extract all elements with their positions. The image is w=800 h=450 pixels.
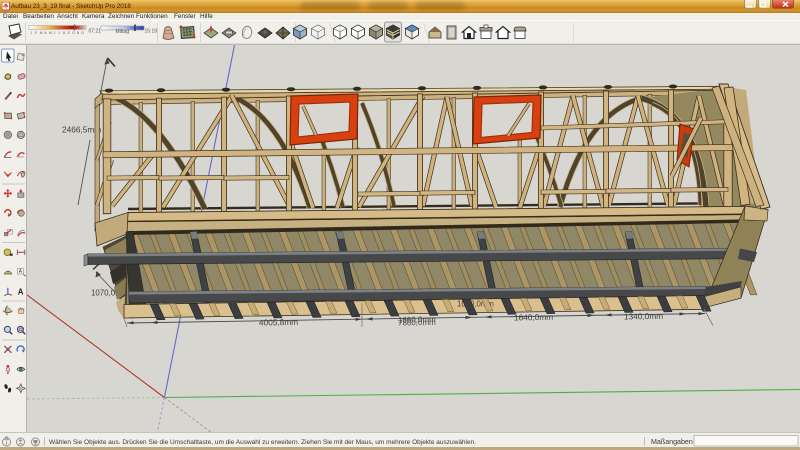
svg-text:1340,0mm: 1340,0mm [624, 311, 663, 322]
svg-text:7860,0mm: 7860,0mm [398, 318, 436, 328]
svg-text:J: J [54, 31, 56, 35]
svg-text:Maßangaben: Maßangaben [651, 438, 693, 446]
svg-text:M: M [49, 31, 52, 35]
svg-text:J: J [58, 31, 60, 35]
svg-text:J: J [31, 31, 33, 35]
svg-text:Wählen Sie Objekte aus. Drücke: Wählen Sie Objekte aus. Drücken Sie die … [49, 439, 476, 446]
svg-text:F: F [35, 31, 37, 35]
svg-text:15:19: 15:19 [145, 29, 158, 35]
svg-text:4005,8mm: 4005,8mm [259, 317, 298, 328]
svg-text:M: M [40, 31, 43, 35]
svg-text:A: A [18, 287, 24, 296]
svg-text:07:21: 07:21 [89, 29, 102, 35]
svg-text:Mittag: Mittag [116, 29, 130, 35]
svg-text:A: A [19, 269, 23, 275]
svg-text:O: O [72, 31, 75, 35]
svg-text:1640,0mm: 1640,0mm [514, 312, 553, 323]
